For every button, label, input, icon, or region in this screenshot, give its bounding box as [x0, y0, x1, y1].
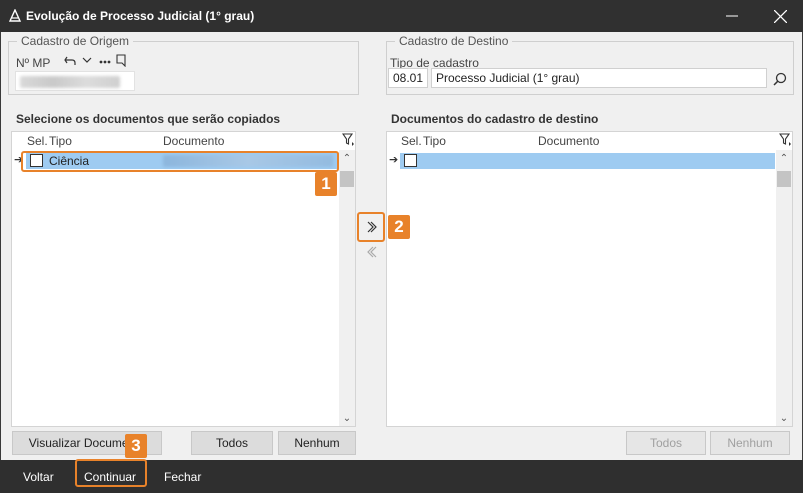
document-icon[interactable] — [116, 54, 126, 67]
table-row[interactable]: ➔ — [387, 152, 777, 170]
col-documento[interactable]: Documento — [538, 134, 599, 148]
chevron-down-icon[interactable] — [82, 57, 92, 65]
tipo-name-field[interactable]: Processo Judicial (1° grau) — [431, 68, 767, 88]
filter-icon[interactable] — [779, 133, 792, 147]
scroll-up-icon[interactable]: ⌃ — [776, 150, 792, 166]
nmp-value-field[interactable] — [15, 71, 135, 91]
undo-icon[interactable] — [64, 55, 76, 67]
callout-frame-3 — [75, 459, 147, 487]
destino-group: Cadastro de Destino Tipo de cadastro 08.… — [386, 34, 794, 95]
left-todos-button[interactable]: Todos — [191, 431, 273, 455]
redacted-value — [20, 76, 120, 88]
app-logo-icon — [8, 9, 22, 22]
move-left-button[interactable] — [360, 240, 384, 264]
origem-group: Cadastro de Origem Nº MP — [8, 34, 359, 95]
callout-badge-3: 3 — [125, 434, 147, 458]
origem-legend: Cadastro de Origem — [17, 34, 134, 48]
destination-documents-grid: Sel. Tipo Documento ➔ ⌃ ⌄ — [386, 131, 793, 427]
search-icon[interactable] — [773, 72, 787, 86]
callout-badge-1: 1 — [315, 172, 337, 196]
scroll-down-icon[interactable]: ⌄ — [339, 410, 355, 426]
scroll-thumb[interactable] — [340, 171, 354, 187]
destino-legend: Cadastro de Destino — [395, 34, 513, 48]
dialog-body: Cadastro de Origem Nº MP Cadastro de Des… — [1, 32, 802, 460]
nmp-label: Nº MP — [16, 56, 51, 70]
minimize-icon — [726, 15, 738, 17]
col-sel[interactable]: Sel. — [27, 134, 48, 148]
filter-icon[interactable] — [342, 133, 355, 147]
row-highlight — [400, 153, 775, 169]
right-nenhum-button[interactable]: Nenhum — [710, 431, 790, 455]
callout-badge-2: 2 — [388, 215, 410, 239]
minimize-button[interactable] — [709, 0, 755, 32]
fechar-button[interactable]: Fechar — [164, 466, 201, 488]
scroll-down-icon[interactable]: ⌄ — [776, 410, 792, 426]
source-documents-grid: Sel. Tipo Documento ➔ Ciência ⌃ ⌄ — [11, 131, 356, 427]
scroll-up-icon[interactable]: ⌃ — [339, 150, 355, 166]
voltar-button[interactable]: Voltar — [23, 466, 54, 488]
double-chevron-left-icon — [367, 246, 377, 258]
grid-header: Sel. Tipo Documento — [387, 132, 792, 150]
row-checkbox[interactable] — [404, 154, 417, 167]
close-icon — [773, 9, 787, 23]
row-pointer-icon: ➔ — [389, 154, 399, 166]
scroll-thumb[interactable] — [777, 171, 791, 187]
close-button[interactable] — [757, 0, 803, 32]
col-documento[interactable]: Documento — [163, 134, 224, 148]
right-scrollbar[interactable]: ⌃ ⌄ — [776, 150, 792, 426]
callout-frame-1 — [21, 151, 339, 172]
tipo-code-field[interactable]: 08.01 — [388, 68, 428, 88]
title-bar: Evolução de Processo Judicial (1° grau) — [0, 0, 803, 32]
more-icon[interactable] — [99, 60, 111, 64]
col-sel[interactable]: Sel. — [401, 134, 422, 148]
left-scrollbar[interactable]: ⌃ ⌄ — [339, 150, 355, 426]
right-todos-button[interactable]: Todos — [626, 431, 706, 455]
left-nenhum-button[interactable]: Nenhum — [278, 431, 356, 455]
col-tipo[interactable]: Tipo — [423, 134, 446, 148]
window-title: Evolução de Processo Judicial (1° grau) — [26, 9, 255, 23]
callout-frame-2 — [357, 212, 385, 242]
grid-header: Sel. Tipo Documento — [12, 132, 355, 150]
col-tipo[interactable]: Tipo — [49, 134, 72, 148]
right-panel-title: Documentos do cadastro de destino — [391, 112, 599, 126]
left-panel-title: Selecione os documentos que serão copiad… — [16, 112, 281, 126]
